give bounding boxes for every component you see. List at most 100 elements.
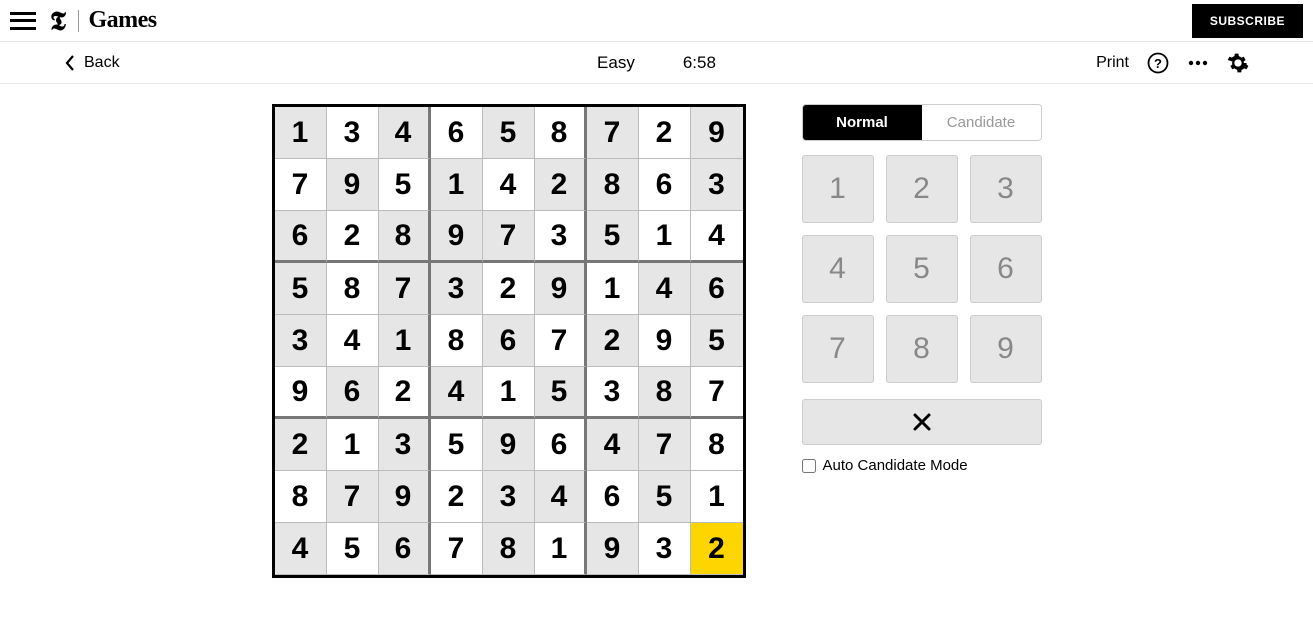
sudoku-cell[interactable]: 8 xyxy=(431,315,483,367)
sudoku-cell[interactable]: 6 xyxy=(587,471,639,523)
sudoku-cell[interactable]: 8 xyxy=(587,159,639,211)
sudoku-cell[interactable]: 2 xyxy=(639,107,691,159)
sudoku-cell[interactable]: 6 xyxy=(691,263,743,315)
print-button[interactable]: Print xyxy=(1096,54,1129,72)
sudoku-cell[interactable]: 1 xyxy=(327,419,379,471)
sudoku-cell[interactable]: 6 xyxy=(275,211,327,263)
sudoku-cell[interactable]: 8 xyxy=(691,419,743,471)
sudoku-cell[interactable]: 3 xyxy=(535,211,587,263)
keypad-4[interactable]: 4 xyxy=(802,235,874,303)
sudoku-cell[interactable]: 9 xyxy=(483,419,535,471)
sudoku-cell[interactable]: 1 xyxy=(483,367,535,419)
sudoku-cell[interactable]: 4 xyxy=(639,263,691,315)
sudoku-cell[interactable]: 6 xyxy=(379,523,431,575)
sudoku-cell[interactable]: 4 xyxy=(535,471,587,523)
sudoku-cell[interactable]: 1 xyxy=(535,523,587,575)
logo[interactable]: 𝕿 Games xyxy=(50,4,157,38)
sudoku-cell[interactable]: 1 xyxy=(431,159,483,211)
keypad-9[interactable]: 9 xyxy=(970,315,1042,383)
sudoku-cell[interactable]: 8 xyxy=(483,523,535,575)
sudoku-cell[interactable]: 2 xyxy=(587,315,639,367)
sudoku-cell[interactable]: 7 xyxy=(275,159,327,211)
sudoku-cell[interactable]: 5 xyxy=(327,523,379,575)
sudoku-cell[interactable]: 1 xyxy=(639,211,691,263)
keypad-6[interactable]: 6 xyxy=(970,235,1042,303)
sudoku-cell[interactable]: 7 xyxy=(431,523,483,575)
keypad-8[interactable]: 8 xyxy=(886,315,958,383)
sudoku-cell[interactable]: 2 xyxy=(691,523,743,575)
sudoku-cell[interactable]: 8 xyxy=(639,367,691,419)
sudoku-cell[interactable]: 4 xyxy=(691,211,743,263)
sudoku-cell[interactable]: 4 xyxy=(431,367,483,419)
sudoku-cell[interactable]: 2 xyxy=(431,471,483,523)
keypad-3[interactable]: 3 xyxy=(970,155,1042,223)
sudoku-cell[interactable]: 3 xyxy=(587,367,639,419)
sudoku-cell[interactable]: 6 xyxy=(431,107,483,159)
keypad-1[interactable]: 1 xyxy=(802,155,874,223)
sudoku-cell[interactable]: 6 xyxy=(327,367,379,419)
sudoku-cell[interactable]: 5 xyxy=(379,159,431,211)
sudoku-cell[interactable]: 6 xyxy=(483,315,535,367)
sudoku-cell[interactable]: 9 xyxy=(587,523,639,575)
sudoku-cell[interactable]: 6 xyxy=(535,419,587,471)
sudoku-cell[interactable]: 3 xyxy=(691,159,743,211)
sudoku-cell[interactable]: 1 xyxy=(587,263,639,315)
sudoku-cell[interactable]: 2 xyxy=(483,263,535,315)
keypad-2[interactable]: 2 xyxy=(886,155,958,223)
sudoku-cell[interactable]: 9 xyxy=(327,159,379,211)
sudoku-cell[interactable]: 9 xyxy=(379,471,431,523)
sudoku-cell[interactable]: 6 xyxy=(639,159,691,211)
sudoku-cell[interactable]: 8 xyxy=(275,471,327,523)
help-icon[interactable]: ? xyxy=(1147,52,1169,74)
sudoku-cell[interactable]: 2 xyxy=(379,367,431,419)
sudoku-cell[interactable]: 5 xyxy=(483,107,535,159)
sudoku-cell[interactable]: 8 xyxy=(327,263,379,315)
sudoku-cell[interactable]: 3 xyxy=(275,315,327,367)
sudoku-cell[interactable]: 7 xyxy=(691,367,743,419)
sudoku-cell[interactable]: 7 xyxy=(327,471,379,523)
sudoku-cell[interactable]: 7 xyxy=(379,263,431,315)
sudoku-cell[interactable]: 5 xyxy=(639,471,691,523)
mode-candidate-button[interactable]: Candidate xyxy=(922,105,1041,140)
mode-normal-button[interactable]: Normal xyxy=(803,105,922,140)
sudoku-cell[interactable]: 1 xyxy=(691,471,743,523)
sudoku-cell[interactable]: 9 xyxy=(431,211,483,263)
sudoku-cell[interactable]: 4 xyxy=(483,159,535,211)
keypad-7[interactable]: 7 xyxy=(802,315,874,383)
sudoku-cell[interactable]: 3 xyxy=(431,263,483,315)
sudoku-cell[interactable]: 7 xyxy=(639,419,691,471)
back-button[interactable]: Back xyxy=(64,54,120,72)
auto-candidate-checkbox[interactable] xyxy=(802,459,816,473)
erase-button[interactable] xyxy=(802,399,1042,445)
sudoku-cell[interactable]: 5 xyxy=(431,419,483,471)
sudoku-cell[interactable]: 7 xyxy=(535,315,587,367)
sudoku-cell[interactable]: 7 xyxy=(483,211,535,263)
sudoku-cell[interactable]: 3 xyxy=(639,523,691,575)
sudoku-cell[interactable]: 9 xyxy=(535,263,587,315)
sudoku-cell[interactable]: 4 xyxy=(379,107,431,159)
sudoku-cell[interactable]: 8 xyxy=(379,211,431,263)
sudoku-cell[interactable]: 9 xyxy=(691,107,743,159)
more-icon[interactable] xyxy=(1187,52,1209,74)
sudoku-cell[interactable]: 5 xyxy=(535,367,587,419)
sudoku-cell[interactable]: 1 xyxy=(275,107,327,159)
sudoku-cell[interactable]: 7 xyxy=(587,107,639,159)
sudoku-cell[interactable]: 4 xyxy=(275,523,327,575)
sudoku-cell[interactable]: 2 xyxy=(535,159,587,211)
sudoku-cell[interactable]: 4 xyxy=(587,419,639,471)
sudoku-cell[interactable]: 8 xyxy=(535,107,587,159)
gear-icon[interactable] xyxy=(1227,52,1249,74)
sudoku-cell[interactable]: 3 xyxy=(327,107,379,159)
hamburger-menu-icon[interactable] xyxy=(10,12,36,30)
sudoku-cell[interactable]: 9 xyxy=(275,367,327,419)
sudoku-cell[interactable]: 5 xyxy=(691,315,743,367)
keypad-5[interactable]: 5 xyxy=(886,235,958,303)
sudoku-cell[interactable]: 3 xyxy=(483,471,535,523)
sudoku-cell[interactable]: 5 xyxy=(275,263,327,315)
sudoku-cell[interactable]: 5 xyxy=(587,211,639,263)
sudoku-cell[interactable]: 2 xyxy=(275,419,327,471)
sudoku-cell[interactable]: 1 xyxy=(379,315,431,367)
sudoku-cell[interactable]: 3 xyxy=(379,419,431,471)
sudoku-cell[interactable]: 9 xyxy=(639,315,691,367)
sudoku-cell[interactable]: 2 xyxy=(327,211,379,263)
